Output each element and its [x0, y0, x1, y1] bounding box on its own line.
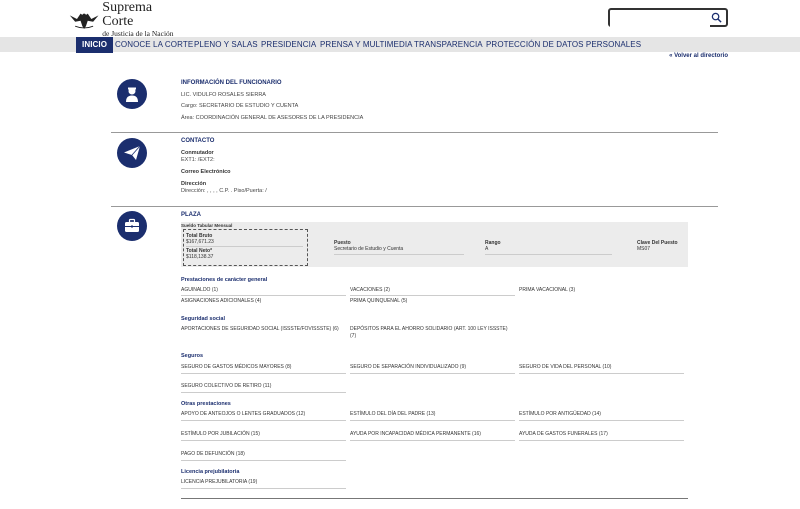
- benefit-item: SEGURO COLECTIVO DE RETIRO (11): [181, 383, 272, 389]
- nav-item-prensa-y-multimedia[interactable]: PRENSA Y MULTIMEDIA: [320, 37, 413, 52]
- search-icon[interactable]: [711, 12, 722, 23]
- benefit-item: PAGO DE DEFUNCIÓN (18): [181, 451, 245, 457]
- benefit-item: SEGURO DE SEPARACIÓN INDIVIDUALIZADO (9): [350, 364, 467, 370]
- seguros-title: Seguros: [181, 353, 204, 359]
- main-nav: INICIO CONOCE LA CORTE PLENO Y SALAS PRE…: [0, 37, 800, 53]
- divider: [350, 420, 515, 421]
- seguridad-social-title: Seguridad social: [181, 316, 226, 322]
- benefit-item: AYUDA DE GASTOS FUNERALES (17): [519, 431, 608, 437]
- divider: [111, 132, 718, 133]
- rango-value: A: [485, 246, 489, 252]
- divider: [181, 498, 688, 499]
- briefcase-icon: [125, 218, 139, 232]
- benefit-item: PRIMA VACACIONAL (3): [519, 287, 576, 293]
- nav-item-transparencia[interactable]: TRANSPARENCIA: [414, 37, 483, 52]
- benefit-item: SEGURO DE VIDA DEL PERSONAL (10): [519, 364, 612, 370]
- benefit-item: DEPÓSITOS PARA EL AHORRO SOLIDARIO (ART.…: [350, 326, 508, 339]
- divider: [181, 440, 346, 441]
- licencia-title: Licencia prejubilatoria: [181, 469, 240, 475]
- sueldo-label: Sueldo Tabular Mensual: [181, 223, 233, 228]
- benefit-item: AGUINALDO (1): [181, 287, 218, 293]
- correo-label: Correo Electrónico: [181, 169, 231, 175]
- user-icon-circle: [117, 79, 147, 109]
- funcionario-cargo: Cargo: SECRETARIO DE ESTUDIO Y CUENTA: [181, 103, 299, 109]
- benefit-item: LICENCIA PREJUBILATORIA (19): [181, 479, 258, 485]
- benefit-item: APOYO DE ANTEOJOS O LENTES GRADUADOS (12…: [181, 411, 306, 417]
- direccion-value: Dirección: , , , , C.P. . Piso/Puerta: /: [181, 188, 267, 194]
- otras-prestaciones-title: Otras prestaciones: [181, 401, 231, 407]
- search-box: [608, 8, 728, 28]
- nav-item-conoce-la-corte[interactable]: CONOCE LA CORTE: [115, 37, 193, 52]
- clave-value: MS07: [637, 246, 651, 252]
- total-bruto-value: $167,671.23: [186, 239, 214, 245]
- divider: [519, 420, 684, 421]
- search-input[interactable]: [610, 12, 710, 28]
- benefit-item: ASIGNACIONES ADICIONALES (4): [181, 298, 262, 304]
- benefit-item: PRIMA QUINQUENAL (5): [350, 298, 408, 304]
- scjn-logo[interactable]: Suprema Corte de Justicia de la Nación: [68, 0, 178, 37]
- paper-plane-icon: [124, 145, 141, 160]
- divider: [519, 373, 684, 374]
- funcionario-area: Área: COORDINACIÓN GENERAL DE ASESORES D…: [181, 115, 364, 121]
- divider: [186, 246, 303, 247]
- nav-item-pleno-y-salas[interactable]: PLENO Y SALAS: [194, 37, 258, 52]
- prestaciones-generales-title: Prestaciones de carácter general: [181, 277, 268, 283]
- conmutador-value: EXT1: /EXT2:: [181, 157, 215, 163]
- contacto-title: CONTACTO: [181, 138, 215, 144]
- divider: [181, 488, 346, 489]
- plaza-title: PLAZA: [181, 212, 201, 218]
- divider: [485, 254, 612, 255]
- benefit-item: VACACIONES (2): [350, 287, 390, 293]
- divider: [181, 392, 346, 393]
- total-neto-value: $118,138.37: [186, 254, 214, 260]
- conmutador-label: Conmutador: [181, 150, 214, 156]
- benefit-item: APORTACIONES DE SEGURIDAD SOCIAL (ISSSTE…: [181, 326, 339, 332]
- divider: [350, 295, 515, 296]
- back-to-directory-link[interactable]: « Volver al directorio: [669, 53, 728, 59]
- divider: [350, 373, 515, 374]
- divider: [181, 295, 346, 296]
- puesto-value: Secretario de Estudio y Cuenta: [334, 246, 404, 252]
- divider: [181, 460, 346, 461]
- divider: [334, 254, 464, 255]
- benefit-item: ESTÍMULO DEL DÍA DEL PADRE (13): [350, 411, 436, 417]
- divider: [111, 206, 718, 207]
- benefit-item: AYUDA POR INCAPACIDAD MÉDICA PERMANENTE …: [350, 431, 481, 437]
- logo-title: Suprema Corte: [102, 0, 153, 29]
- divider: [181, 373, 346, 374]
- divider: [181, 420, 346, 421]
- send-icon-circle: [117, 138, 147, 168]
- nav-item-inicio[interactable]: INICIO: [76, 37, 114, 53]
- header: Suprema Corte de Justicia de la Nación: [0, 0, 800, 37]
- nav-item-presidencia[interactable]: PRESIDENCIA: [261, 37, 316, 52]
- briefcase-icon-circle: [117, 211, 147, 241]
- divider: [519, 440, 684, 441]
- nav-item-proteccion-de-datos[interactable]: PROTECCIÓN DE DATOS PERSONALES: [486, 37, 641, 52]
- benefit-item: SEGURO DE GASTOS MÉDICOS MAYORES (8): [181, 364, 292, 370]
- funcionario-title: INFORMACIÓN DEL FUNCIONARIO: [181, 80, 282, 86]
- eagle-emblem-icon: [69, 13, 99, 29]
- divider: [350, 440, 515, 441]
- user-icon: [126, 87, 138, 102]
- direccion-label: Dirección: [181, 181, 207, 187]
- funcionario-name: LIC. VIDULFO ROSALES SIERRA: [181, 92, 266, 98]
- benefit-item: ESTÍMULO POR JUBILACIÓN (15): [181, 431, 260, 437]
- benefit-item: ESTÍMULO POR ANTIGÜEDAD (14): [519, 411, 601, 417]
